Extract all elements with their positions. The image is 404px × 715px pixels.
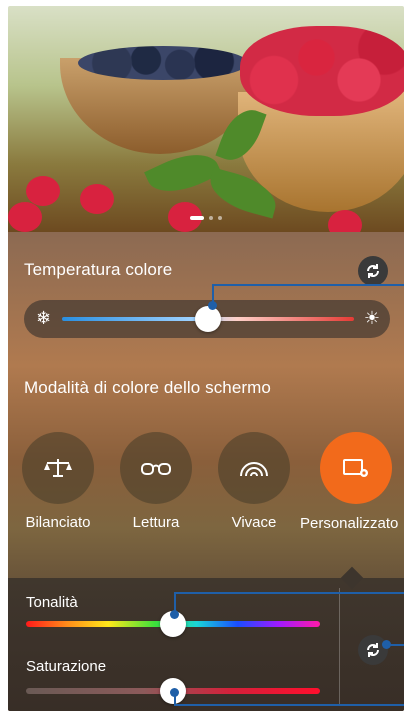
sun-icon: ☀	[363, 308, 380, 328]
mode-reading-button[interactable]	[120, 432, 192, 504]
hue-callout-dot	[170, 610, 179, 619]
mode-vivid-button[interactable]	[218, 432, 290, 504]
reading-glasses-icon	[141, 463, 171, 475]
temperature-callout-dot	[208, 301, 217, 310]
temperature-callout-line	[212, 284, 404, 304]
refresh-icon	[367, 643, 379, 657]
mode-vivid-label: Vivace	[231, 514, 277, 531]
temperature-slider[interactable]: ❄ ☀	[24, 300, 390, 338]
mode-custom-button[interactable]	[320, 432, 392, 504]
preview-image	[8, 6, 404, 232]
mode-balanced-label: Bilanciato	[25, 514, 91, 531]
hue-callout-line	[174, 592, 404, 614]
mode-balanced-button[interactable]	[22, 432, 94, 504]
reset-callout-dot	[382, 640, 391, 649]
refresh-icon	[367, 264, 379, 278]
saturation-label: Saturazione	[26, 658, 107, 675]
pager-dots	[190, 216, 222, 220]
rainbow-icon	[240, 462, 268, 477]
custom-display-icon	[343, 459, 368, 477]
hue-label: Tonalità	[26, 594, 78, 611]
temperature-reset-button[interactable]	[358, 256, 388, 286]
saturation-callout-dot	[170, 688, 179, 697]
mode-custom-label: Personalizzato	[300, 515, 399, 532]
snowflake-icon: ❄	[36, 308, 52, 328]
color-mode-title: Modalità di colore dello schermo	[24, 378, 271, 397]
balance-scale-icon	[44, 459, 72, 477]
mode-reading-label: Lettura	[132, 514, 180, 531]
temperature-title: Temperatura colore	[24, 260, 173, 279]
panel-caret	[340, 566, 364, 590]
temperature-slider-thumb[interactable]	[195, 306, 221, 332]
saturation-callout-line	[174, 692, 404, 706]
